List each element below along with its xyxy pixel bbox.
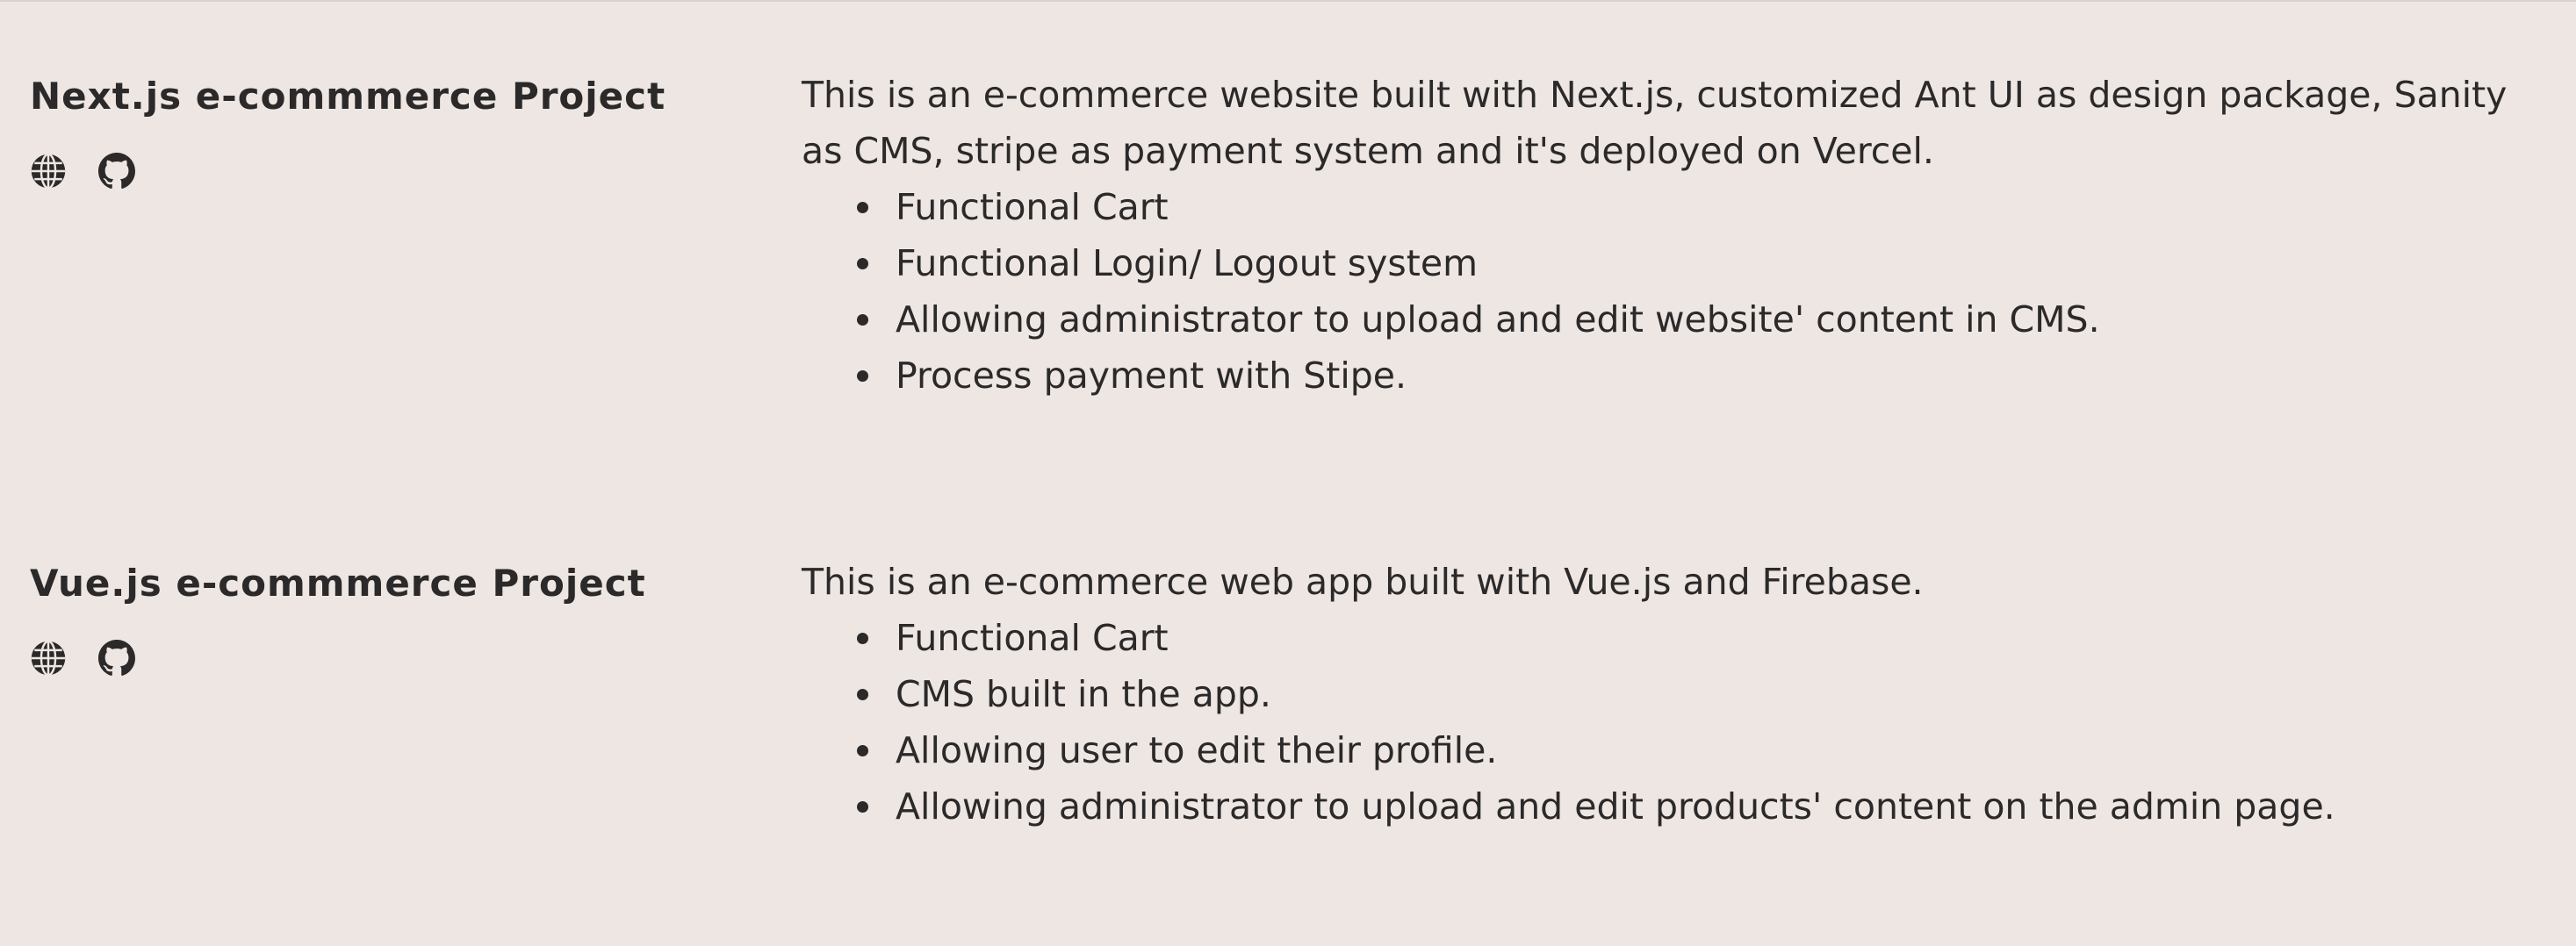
project-description: This is an e-commerce web app built with… [802,561,1924,603]
project-links [30,640,135,677]
globe-icon [31,640,66,677]
project-title: Vue.js e-commmerce Project [30,562,646,605]
feature-item: Allowing user to edit their profile. [857,722,2522,778]
feature-item: Functional Cart [857,179,2522,235]
github-link[interactable] [98,640,135,677]
feature-item: Process payment with Stipe. [857,348,2522,404]
feature-item: Allowing administrator to upload and edi… [857,291,2522,348]
globe-icon [31,153,66,190]
feature-item: CMS built in the app. [857,666,2522,722]
feature-item: Functional Cart [857,610,2522,666]
project-title: Next.js e-commmerce Project [30,75,666,118]
project-description: This is an e-commerce website built with… [802,74,2508,172]
feature-item: Allowing administrator to upload and edi… [857,778,2522,835]
project-description-block: This is an e-commerce web app built with… [802,554,2522,835]
github-icon [98,640,135,676]
project-description-block: This is an e-commerce website built with… [802,67,2522,404]
website-link[interactable] [30,640,67,677]
feature-item: Functional Login/ Logout system [857,235,2522,291]
github-icon [98,153,135,189]
feature-list: Functional Cart CMS built in the app. Al… [802,610,2522,835]
website-link[interactable] [30,153,67,190]
project-links [30,153,135,190]
feature-list: Functional Cart Functional Login/ Logout… [802,179,2522,404]
top-divider [0,0,2576,2]
github-link[interactable] [98,153,135,190]
